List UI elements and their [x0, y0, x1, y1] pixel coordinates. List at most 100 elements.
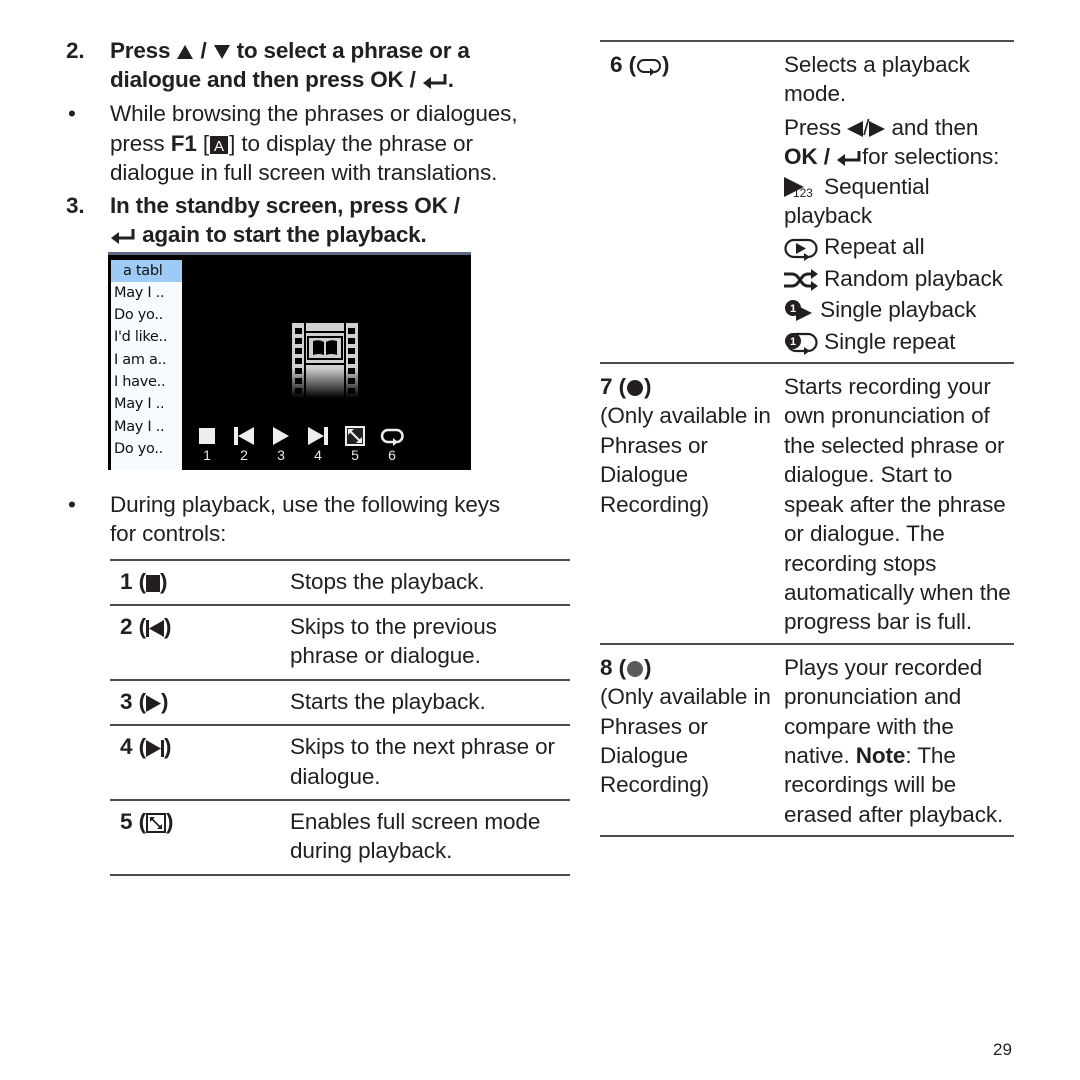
key-cell: 2 () — [110, 605, 290, 680]
key-label: 8 ( — [600, 654, 626, 680]
key-label: 4 ( — [120, 734, 146, 760]
desc-cell: Starts the playback. — [290, 688, 486, 714]
f1-key: F1 — [170, 130, 197, 156]
playback-recording-icon — [626, 660, 644, 678]
phrase-list: a tabl May I .. Do yo.. I'd like.. I am … — [111, 259, 182, 470]
svg-text:1: 1 — [790, 303, 796, 315]
up-arrow-icon — [176, 44, 194, 60]
control-stop: 1 — [195, 425, 219, 463]
bullet-dot: • — [68, 101, 76, 126]
playback-keys-table-continued: 6 () Selects a playback mode. Press / an… — [600, 40, 1014, 837]
page-number: 29 — [993, 1040, 1012, 1059]
control-number: 2 — [240, 446, 248, 463]
mode-random: Random playback — [784, 264, 1014, 293]
key-cell: 1 () — [110, 560, 290, 605]
key-cell: 4 () — [110, 725, 290, 800]
phrase-list-item: I'd like.. — [114, 329, 168, 346]
phrase-list-item: I have.. — [114, 373, 166, 390]
availability-note: (Only available in Phrases or Dialogue R… — [600, 403, 771, 517]
repeat-all-icon — [784, 237, 818, 261]
control-number: 5 — [351, 446, 359, 463]
bullet-text: During playback, use the following keys … — [110, 491, 501, 547]
desc-cell: Skips to the next phrase or dialogue. — [290, 734, 555, 789]
previous-icon — [232, 425, 256, 447]
table-row: 4 () Skips to the next phrase or dialogu… — [110, 725, 570, 800]
control-fullscreen: 5 — [343, 425, 367, 463]
key-label: 3 ( — [120, 688, 146, 714]
desc-text: Selects a playback mode. — [784, 52, 970, 107]
key-label: 2 ( — [120, 613, 146, 639]
key-label: ) — [160, 688, 169, 714]
mode-repeat-all: Repeat all — [784, 232, 1014, 261]
film-book-icon — [291, 322, 359, 403]
desc-cell: Plays your recorded pronunciation and co… — [784, 644, 1014, 836]
svg-text:A: A — [214, 138, 224, 155]
step-2: 2. Press / to select a phrase or a dialo… — [66, 36, 526, 94]
control-next: 4 — [306, 425, 330, 463]
stop-icon — [145, 574, 160, 592]
table-row: 5 () Enables full screen mode during pla… — [110, 800, 570, 875]
table-row: 6 () Selects a playback mode. Press / an… — [600, 41, 1014, 364]
period: . — [447, 67, 454, 92]
key-label: ) — [643, 374, 652, 400]
table-row: 8 () (Only available in Phrases or Dialo… — [600, 644, 1014, 837]
sequential-icon: 123 — [784, 176, 818, 200]
separator: / — [200, 38, 207, 63]
next-icon — [145, 739, 164, 758]
table-row: 3 () Starts the playback. — [110, 680, 570, 726]
key-cell: 5 () — [110, 800, 290, 875]
step-text: In the standby screen, press OK / — [110, 192, 460, 218]
bullet-browse: • While browsing the phrases or dialogue… — [66, 99, 526, 188]
desc-cell: Starts recording your own pronunciation … — [784, 374, 1011, 635]
control-repeat: 6 — [380, 425, 404, 463]
key-label: ) — [643, 654, 652, 680]
control-number: 3 — [277, 446, 285, 463]
key-label: ) — [165, 808, 174, 834]
fullscreen-icon — [343, 425, 367, 447]
mode-single-playback: 1 Single playback — [784, 295, 1014, 324]
key-cell: 7 () (Only available in Phrases or Dialo… — [600, 363, 784, 644]
ok-key: OK / — [784, 144, 830, 170]
table-row: 2 () Skips to the previous phrase or dia… — [110, 605, 570, 680]
enter-icon — [110, 228, 136, 244]
fullscreen-icon — [145, 813, 166, 833]
mode-label: Repeat all — [824, 234, 925, 260]
device-screenshot: a tabl May I .. Do yo.. I'd like.. I am … — [108, 251, 471, 470]
mode-sequential: 123 Sequential playback — [784, 172, 1014, 231]
key-label: ) — [661, 52, 670, 77]
table-row: 7 () (Only available in Phrases or Dialo… — [600, 363, 1014, 644]
desc-cell: Skips to the previous phrase or dialogue… — [290, 613, 497, 669]
desc-text: and then — [891, 114, 979, 140]
playback-controls: 1 2 3 4 5 6 — [195, 425, 404, 463]
a-key-icon: A — [209, 135, 229, 155]
control-previous: 2 — [232, 425, 256, 463]
phrase-list-item: a tabl — [111, 259, 182, 282]
availability-note: (Only available in Phrases or Dialogue R… — [600, 684, 771, 798]
bullet-dot: • — [68, 491, 76, 517]
mode-label: Single repeat — [824, 328, 956, 354]
repeat-icon — [636, 56, 662, 77]
stop-icon — [195, 425, 219, 447]
desc-press: Press / and then OK / for selections: — [784, 113, 1014, 172]
bullet-during-playback: • During playback, use the following key… — [66, 490, 526, 549]
sequential-subscript: 123 — [793, 185, 813, 200]
bracket: ] — [229, 130, 236, 156]
key-label: ) — [163, 734, 172, 760]
right-column: 6 () Selects a playback mode. Press / an… — [600, 40, 1014, 837]
left-column: 2. Press / to select a phrase or a dialo… — [66, 36, 570, 876]
key-label: 6 ( — [610, 52, 636, 77]
step-3: 3. In the standby screen, press OK / aga… — [66, 191, 526, 249]
previous-icon — [145, 619, 164, 637]
next-icon — [306, 425, 330, 447]
phrase-list-item: May I .. — [114, 396, 165, 413]
control-number: 4 — [314, 446, 322, 463]
desc-cell: Enables full screen mode during playback… — [290, 808, 541, 864]
note-label: Note — [855, 742, 906, 768]
step-text: Press — [110, 38, 171, 63]
desc-text: Press — [784, 114, 842, 140]
play-icon — [145, 694, 161, 712]
key-label: ) — [163, 613, 172, 639]
single-playback-icon: 1 — [784, 299, 814, 323]
down-arrow-icon — [213, 44, 231, 60]
right-arrow-icon — [869, 120, 886, 138]
